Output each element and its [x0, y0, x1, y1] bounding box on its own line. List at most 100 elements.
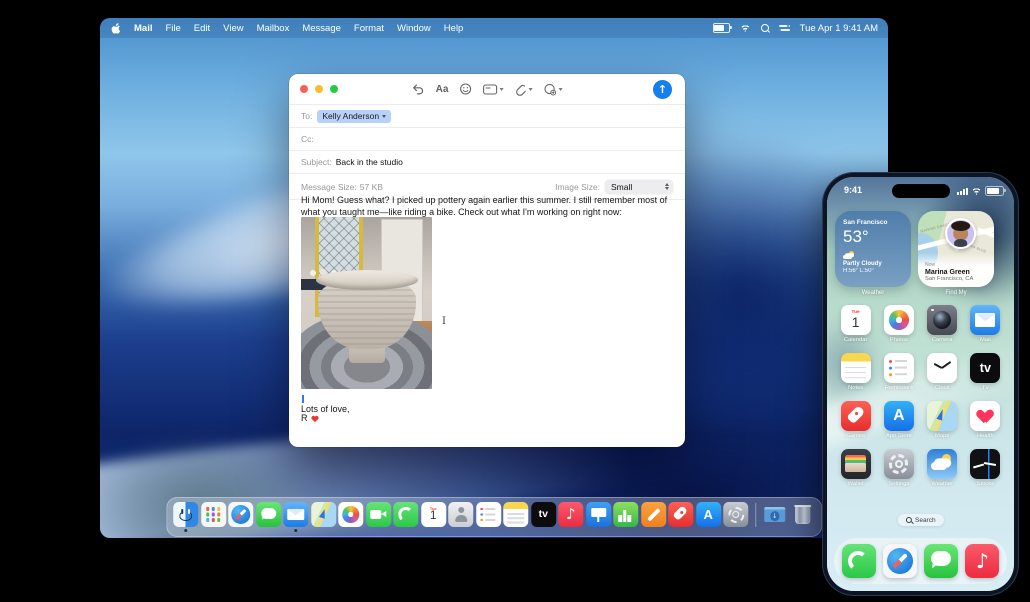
search-icon[interactable] — [760, 24, 769, 32]
clock-app-icon[interactable]: Clock — [921, 353, 964, 391]
games-dock-icon[interactable] — [668, 502, 694, 532]
recipient-token[interactable]: Kelly Anderson — [317, 109, 392, 123]
signature-line: R — [301, 413, 319, 425]
subject-field[interactable]: Subject: Back in the studio — [289, 151, 685, 174]
calendar-dock-icon[interactable]: Tue 1 — [420, 502, 446, 532]
app-icon: Tue 1 — [420, 502, 446, 527]
notes-app-icon[interactable]: Notes — [834, 353, 877, 391]
menu-item[interactable]: Format — [354, 23, 384, 34]
apple-menu-icon[interactable] — [110, 22, 121, 35]
messages-dock-icon[interactable] — [255, 502, 281, 532]
menu-item[interactable]: View — [223, 23, 243, 34]
app-label: Maps — [935, 433, 950, 439]
downloads-folder-dock-icon[interactable] — [762, 502, 787, 527]
keynote-dock-icon[interactable] — [585, 502, 611, 532]
phoneapp-dock-icon[interactable] — [841, 544, 876, 578]
minimize-button[interactable] — [315, 85, 323, 93]
dock-separator — [754, 503, 756, 527]
menu-item[interactable]: Help — [444, 23, 464, 34]
send-button[interactable]: ↑ — [653, 80, 672, 99]
attachment-icon[interactable] — [514, 83, 533, 96]
wallet-app-icon[interactable]: Wallet — [834, 449, 877, 487]
to-field[interactable]: To: Kelly Anderson — [289, 105, 685, 128]
stocks-app-icon[interactable]: Stocks — [964, 449, 1007, 487]
insert-photo-icon[interactable] — [543, 83, 563, 96]
contacts-dock-icon[interactable] — [448, 502, 474, 532]
app-icon — [927, 449, 958, 479]
mail-app-icon[interactable]: Mail — [964, 305, 1007, 343]
music-dock-icon[interactable] — [558, 502, 584, 532]
music-dock-icon[interactable] — [965, 544, 1000, 578]
app-icon — [924, 544, 959, 578]
app-label: Reminders — [884, 385, 913, 391]
reminders-dock-icon[interactable] — [475, 502, 501, 532]
app-icon — [393, 502, 419, 527]
app-icon — [840, 401, 871, 431]
zoom-button[interactable] — [330, 85, 338, 93]
app-icon — [841, 544, 876, 578]
calendar-app-icon[interactable]: Tue 1 Calendar — [834, 305, 877, 343]
active-app-name[interactable]: Mail — [134, 23, 152, 34]
launchpad-dock-icon[interactable] — [200, 502, 226, 532]
app-icon — [200, 502, 226, 527]
emoji-icon[interactable] — [459, 83, 471, 95]
menu-item[interactable]: File — [165, 23, 180, 34]
notes-dock-icon[interactable] — [503, 502, 529, 532]
reminders-app-icon[interactable]: Reminders — [877, 353, 920, 391]
trash-dock-icon[interactable] — [790, 502, 815, 527]
camera-app-icon[interactable]: Camera — [921, 305, 964, 343]
settings-dock-icon[interactable] — [723, 502, 749, 532]
message-body[interactable]: Hi Mom! Guess what? I picked up pottery … — [289, 176, 685, 447]
pottery-photo[interactable] — [301, 217, 432, 389]
health-app-icon[interactable]: Health — [964, 401, 1007, 439]
menu-item[interactable]: Edit — [194, 23, 210, 34]
finder-dock-icon[interactable] — [173, 502, 199, 532]
battery-icon[interactable] — [712, 23, 732, 33]
cc-field[interactable]: Cc: — [289, 128, 685, 151]
appstore-app-icon[interactable]: App Store — [877, 401, 920, 439]
undo-icon[interactable] — [412, 83, 425, 95]
appstore-dock-icon[interactable] — [695, 502, 721, 532]
app-label: Settings — [888, 481, 910, 487]
format-icon[interactable]: Aa — [436, 84, 449, 95]
app-icon — [883, 449, 914, 479]
maps-dock-icon[interactable] — [310, 502, 336, 532]
pages-dock-icon[interactable] — [640, 502, 666, 532]
findmy-widget[interactable]: MARINA GREEN DR MARINA BLVD Now Marina G… — [918, 211, 994, 287]
safari-dock-icon[interactable] — [882, 544, 917, 578]
cc-label: Cc: — [301, 134, 314, 144]
iphone-status-bar: 9:41 — [827, 183, 1014, 199]
tv-dock-icon[interactable] — [530, 502, 556, 532]
menu-item[interactable]: Message — [302, 23, 341, 34]
search-pill[interactable]: Search — [897, 514, 944, 526]
phoneapp-dock-icon[interactable] — [393, 502, 419, 532]
trash-icon — [790, 502, 815, 527]
tv-app-icon[interactable]: TV — [964, 353, 1007, 391]
control-center-icon[interactable] — [778, 24, 790, 32]
header-fields-icon[interactable] — [482, 83, 504, 95]
menu-item[interactable]: Mailbox — [257, 23, 290, 34]
numbers-dock-icon[interactable] — [613, 502, 639, 532]
mac-desktop: Mail File Edit View Mailbox Message Format Win… — [100, 18, 888, 538]
messages-dock-icon[interactable] — [924, 544, 959, 578]
findmy-location: San Francisco, CA — [925, 276, 974, 282]
menu-item[interactable]: Window — [397, 23, 431, 34]
mail-dock-icon[interactable] — [283, 502, 309, 532]
settings-app-icon[interactable]: Settings — [877, 449, 920, 487]
findmy-now: Now — [925, 262, 936, 268]
weather-app-icon[interactable]: Weather — [921, 449, 964, 487]
games-app-icon[interactable]: Games — [834, 401, 877, 439]
app-icon — [475, 502, 501, 527]
safari-dock-icon[interactable] — [228, 502, 254, 532]
wifi-icon[interactable] — [739, 24, 751, 32]
app-icon — [970, 353, 1001, 383]
weather-widget[interactable]: San Francisco 53° Partly Cloudy H:56° L:… — [835, 211, 911, 287]
maps-app-icon[interactable]: Maps — [921, 401, 964, 439]
menu-bar-clock[interactable]: Tue Apr 1 9:41 AM — [800, 23, 878, 34]
photos-dock-icon[interactable] — [338, 502, 364, 532]
photos-app-icon[interactable]: Photos — [877, 305, 920, 343]
app-icon — [310, 502, 336, 527]
facetime-dock-icon[interactable] — [365, 502, 391, 532]
close-button[interactable] — [300, 85, 308, 93]
app-label: App Store — [885, 433, 912, 439]
